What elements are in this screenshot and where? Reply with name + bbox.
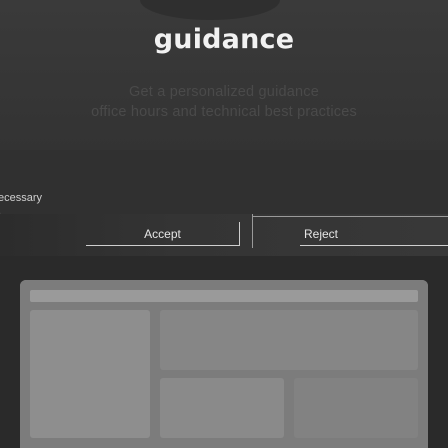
hero-subcopy-line-1: Get a personalized guidance xyxy=(129,84,319,100)
button-divider xyxy=(252,214,253,248)
product-screenshot-image xyxy=(20,280,428,448)
consent-text-line-1: ecessary xyxy=(0,192,43,204)
hero-section: guidance Get a personalized guidance off… xyxy=(0,0,448,150)
cookie-consent-banner: ecessary , Accept Reject xyxy=(0,150,448,256)
reject-button[interactable]: Reject xyxy=(300,222,448,246)
accept-button[interactable]: Accept xyxy=(86,222,240,246)
reject-top-border xyxy=(253,216,448,217)
hero-decoration xyxy=(140,0,280,20)
consent-button-bar: Accept Reject xyxy=(0,214,448,256)
feature-image-section xyxy=(0,256,448,448)
hero-headline: guidance xyxy=(153,24,295,55)
product-screenshot-graphic xyxy=(20,280,428,448)
hero-subcopy-line-2: office hours and technical best practice… xyxy=(91,104,357,120)
